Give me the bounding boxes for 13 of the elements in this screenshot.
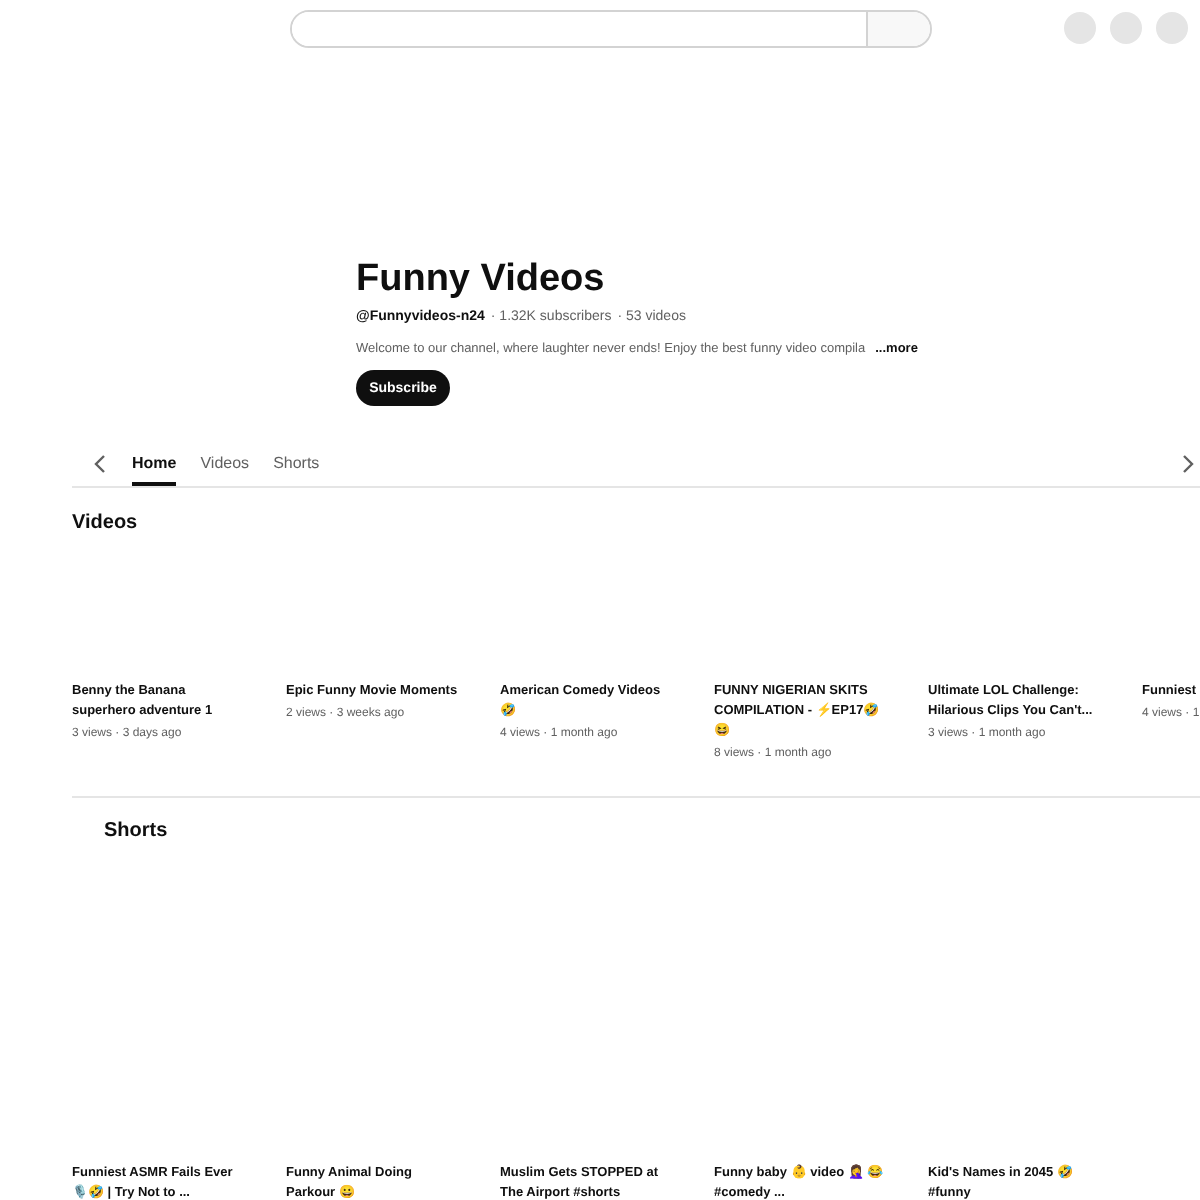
section-heading: Shorts	[104, 820, 170, 844]
search-button[interactable]	[866, 11, 930, 45]
chevron-right-icon[interactable]	[1180, 454, 1196, 474]
channel-name: Funny Videos	[356, 258, 607, 302]
chevron-left-icon[interactable]	[92, 454, 108, 474]
channel-tab[interactable]: Home	[132, 442, 177, 486]
placeholder-icon[interactable]	[1064, 12, 1096, 44]
channel-tab[interactable]: Videos	[200, 442, 250, 486]
channel-tab[interactable]: Shorts	[273, 442, 320, 486]
section-heading: Videos	[72, 512, 140, 536]
avatar-icon[interactable]	[1156, 12, 1188, 44]
search-field[interactable]	[290, 9, 932, 47]
placeholder-icon[interactable]	[1110, 12, 1142, 44]
